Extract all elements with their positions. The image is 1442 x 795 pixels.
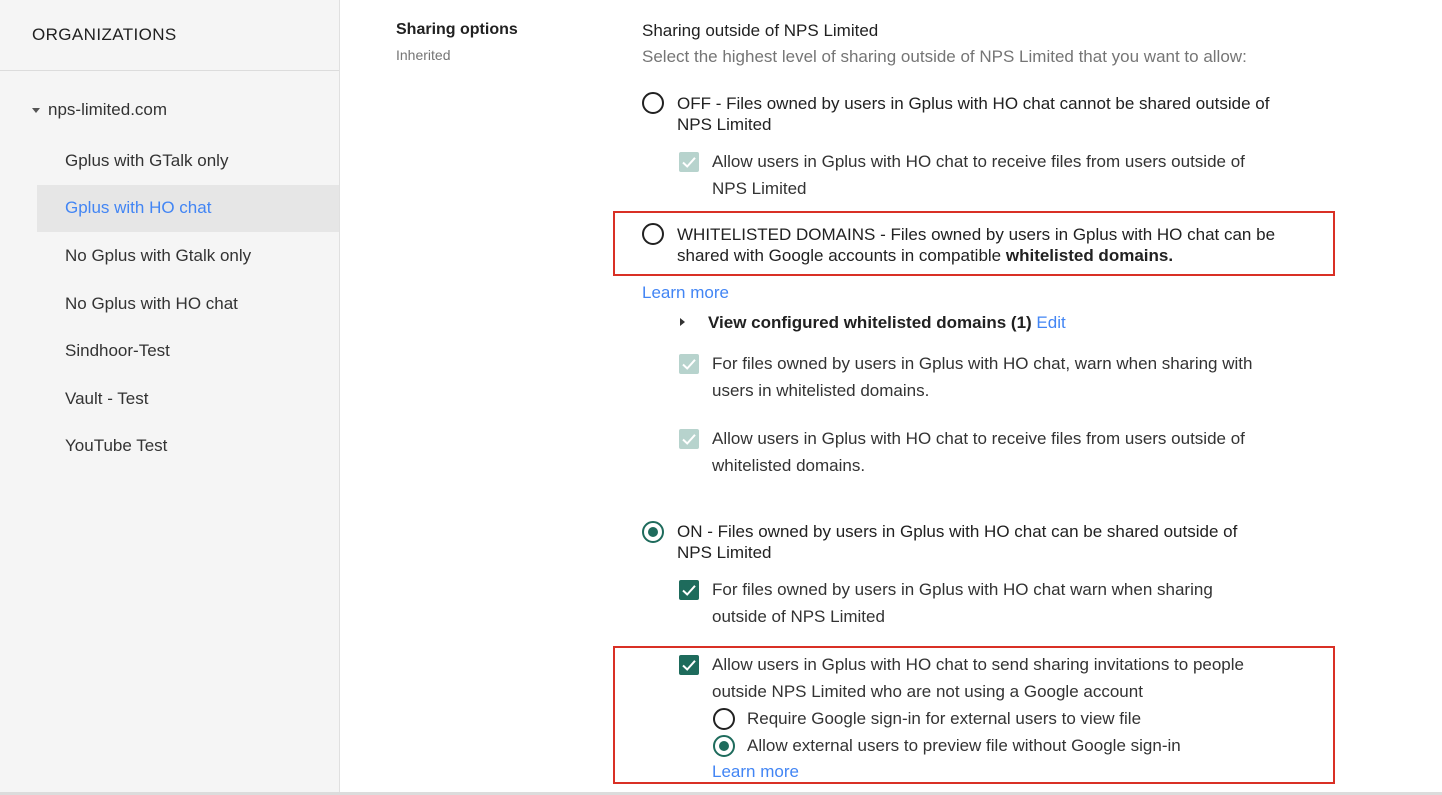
radio-require-signin[interactable] <box>713 708 735 730</box>
org-item-no-gplus-ho-chat[interactable]: No Gplus with HO chat <box>37 280 339 328</box>
org-list: Gplus with GTalk only Gplus with HO chat… <box>37 137 339 470</box>
send-invitations-line2: outside NPS Limited who are not using a … <box>712 682 1143 701</box>
radio-off-label-line1: OFF - Files owned by users in Gplus with… <box>677 94 1270 113</box>
on-learn-more-link[interactable]: Learn more <box>712 762 799 782</box>
org-item-vault-test[interactable]: Vault - Test <box>37 375 339 423</box>
send-invitations-line1: Allow users in Gplus with HO chat to sen… <box>712 655 1244 674</box>
radio-whitelisted-line2a: shared with Google accounts in compatibl… <box>677 246 1006 265</box>
org-item-sindhoor-test[interactable]: Sindhoor-Test <box>37 327 339 375</box>
whitelisted-warn-label: For files owned by users in Gplus with H… <box>712 350 1252 404</box>
whitelisted-receive-checkbox[interactable] <box>679 429 699 449</box>
org-item-gplus-gtalk[interactable]: Gplus with GTalk only <box>37 137 339 185</box>
off-receive-label: Allow users in Gplus with HO chat to rec… <box>712 148 1245 202</box>
send-invitations-label: Allow users in Gplus with HO chat to sen… <box>712 651 1244 705</box>
sidebar-header: ORGANIZATIONS <box>0 0 339 71</box>
on-warn-line2: outside of NPS Limited <box>712 607 885 626</box>
org-tree-root[interactable]: nps-limited.com <box>32 100 167 120</box>
allow-preview-label: Allow external users to preview file wit… <box>747 736 1181 755</box>
whitelisted-warn-line1: For files owned by users in Gplus with H… <box>712 354 1253 373</box>
check-icon <box>682 359 696 370</box>
view-domains-toggle[interactable]: View configured whitelisted domains (1) … <box>708 312 1066 333</box>
section-title: Sharing options <box>396 21 518 38</box>
sharing-subheading: Select the highest level of sharing outs… <box>642 47 1247 66</box>
off-receive-checkbox[interactable] <box>679 152 699 172</box>
radio-off[interactable] <box>642 92 664 114</box>
org-item-gplus-ho-chat[interactable]: Gplus with HO chat <box>37 184 339 233</box>
whitelisted-receive-line2: whitelisted domains. <box>712 456 866 475</box>
org-item-no-gplus-gtalk[interactable]: No Gplus with Gtalk only <box>37 232 339 280</box>
on-warn-line1: For files owned by users in Gplus with H… <box>712 580 1213 599</box>
require-signin-label: Require Google sign-in for external user… <box>747 709 1142 728</box>
radio-whitelisted-line1: WHITELISTED DOMAINS - Files owned by use… <box>677 225 1276 244</box>
caret-right-icon[interactable] <box>680 318 685 326</box>
radio-on[interactable] <box>642 521 664 543</box>
on-warn-checkbox[interactable] <box>679 580 699 600</box>
org-tree-root-label: nps-limited.com <box>48 100 168 119</box>
send-invitations-checkbox[interactable] <box>679 655 699 675</box>
radio-whitelisted-line2b: whitelisted domains. <box>1005 246 1174 265</box>
whitelisted-receive-line1: Allow users in Gplus with HO chat to rec… <box>712 429 1245 448</box>
sharing-heading: Sharing outside of NPS Limited <box>642 21 879 40</box>
whitelisted-learn-more-link[interactable]: Learn more <box>642 283 729 303</box>
radio-on-label: ON - Files owned by users in Gplus with … <box>677 521 1237 563</box>
on-warn-label: For files owned by users in Gplus with H… <box>712 576 1213 630</box>
whitelisted-warn-line2: users in whitelisted domains. <box>712 381 930 400</box>
radio-on-line2: NPS Limited <box>677 543 772 562</box>
check-icon <box>682 660 696 671</box>
off-receive-line1: Allow users in Gplus with HO chat to rec… <box>712 152 1245 171</box>
check-icon <box>682 434 696 445</box>
off-receive-line2: NPS Limited <box>712 179 807 198</box>
org-item-youtube-test[interactable]: YouTube Test <box>37 423 339 471</box>
caret-down-icon[interactable] <box>32 107 40 113</box>
view-domains-label: View configured whitelisted domains (1) <box>708 313 1032 332</box>
whitelisted-receive-label: Allow users in Gplus with HO chat to rec… <box>712 425 1245 479</box>
radio-off-label-line2: NPS Limited <box>677 115 772 134</box>
radio-whitelisted-label: WHITELISTED DOMAINS - Files owned by use… <box>677 224 1275 266</box>
radio-off-label: OFF - Files owned by users in Gplus with… <box>677 93 1269 135</box>
whitelisted-warn-checkbox[interactable] <box>679 354 699 374</box>
radio-allow-preview[interactable] <box>713 735 735 757</box>
radio-whitelisted[interactable] <box>642 223 664 245</box>
check-icon <box>682 157 696 168</box>
edit-domains-link[interactable]: Edit <box>1036 313 1065 332</box>
radio-whitelisted-line2: shared with Google accounts in compatibl… <box>677 245 1275 266</box>
org-sidebar: ORGANIZATIONS nps-limited.com Gplus with… <box>0 0 340 795</box>
section-subtitle: Inherited <box>396 47 451 63</box>
check-icon <box>682 585 696 596</box>
radio-on-line1: ON - Files owned by users in Gplus with … <box>677 522 1238 541</box>
